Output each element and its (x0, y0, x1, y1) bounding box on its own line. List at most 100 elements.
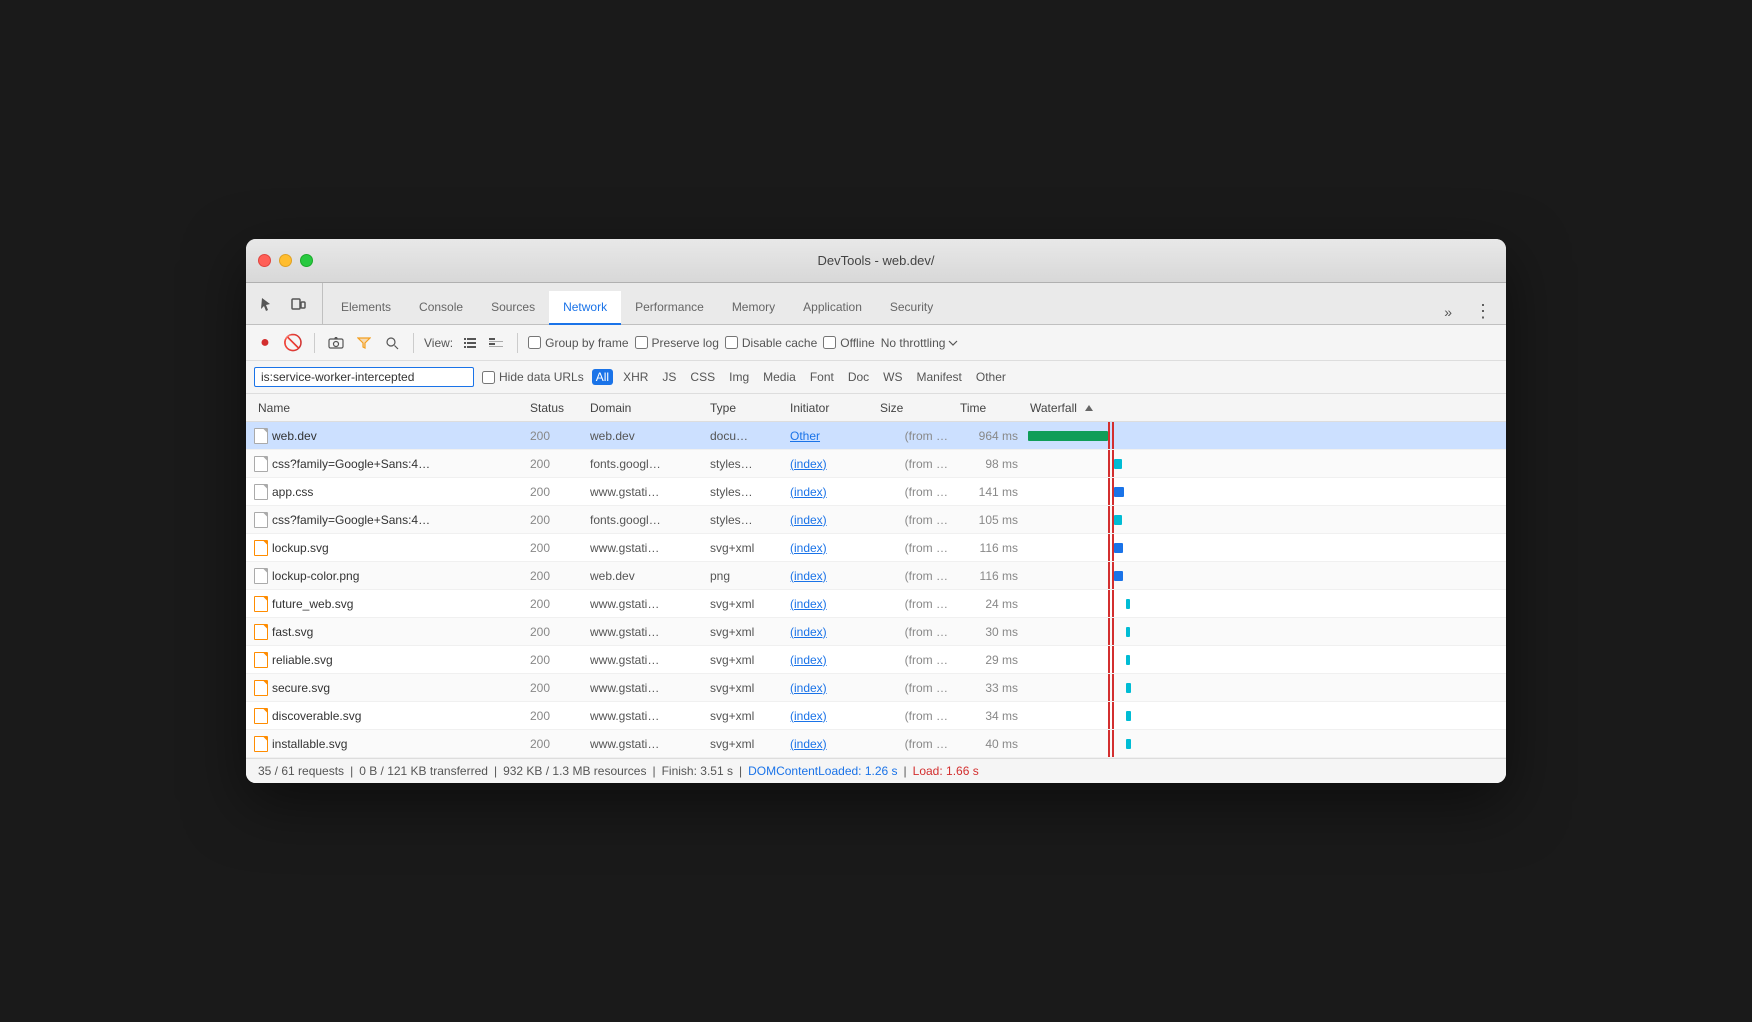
hide-data-urls-checkbox[interactable] (482, 371, 495, 384)
cell-domain: www.gstati… (586, 709, 706, 723)
filter-font[interactable]: Font (806, 369, 838, 385)
tab-performance[interactable]: Performance (621, 291, 718, 325)
cell-status: 200 (526, 597, 586, 611)
close-button[interactable] (258, 254, 271, 267)
cell-size: (from … (876, 429, 956, 443)
waterfall-dcl-line (1108, 478, 1110, 505)
cell-status: 200 (526, 569, 586, 583)
search-button[interactable] (381, 332, 403, 354)
cell-time: 24 ms (956, 597, 1026, 611)
filter-button[interactable] (353, 332, 375, 354)
table-row[interactable]: installable.svg 200 www.gstati… svg+xml … (246, 730, 1506, 758)
file-icon (254, 596, 268, 612)
tab-sources[interactable]: Sources (477, 291, 549, 325)
header-initiator[interactable]: Initiator (790, 401, 880, 415)
waterfall-dcl-line (1108, 674, 1110, 701)
tab-network[interactable]: Network (549, 291, 621, 325)
cell-type: styles… (706, 513, 786, 527)
filter-media[interactable]: Media (759, 369, 800, 385)
network-toolbar: ● 🚫 View: (246, 325, 1506, 361)
filter-js[interactable]: JS (658, 369, 680, 385)
offline-checkbox[interactable] (823, 336, 836, 349)
minimize-button[interactable] (279, 254, 292, 267)
cell-waterfall (1026, 506, 1506, 533)
tab-security[interactable]: Security (876, 291, 947, 325)
group-by-frame-checkbox[interactable] (528, 336, 541, 349)
header-name[interactable]: Name (250, 401, 530, 415)
preserve-log-checkbox[interactable] (635, 336, 648, 349)
cell-domain: fonts.googl… (586, 513, 706, 527)
offline-label[interactable]: Offline (823, 336, 874, 350)
tab-console[interactable]: Console (405, 291, 477, 325)
table-row[interactable]: fast.svg 200 www.gstati… svg+xml (index)… (246, 618, 1506, 646)
device-toggle-icon[interactable] (286, 292, 310, 316)
cell-initiator: (index) (786, 485, 876, 499)
header-domain[interactable]: Domain (590, 401, 710, 415)
table-row[interactable]: discoverable.svg 200 www.gstati… svg+xml… (246, 702, 1506, 730)
cell-size: (from … (876, 653, 956, 667)
header-size[interactable]: Size (880, 401, 960, 415)
header-time[interactable]: Time (960, 401, 1030, 415)
cell-time: 33 ms (956, 681, 1026, 695)
toolbar-separator-1 (314, 333, 315, 353)
waterfall-load-line (1112, 646, 1114, 673)
cell-waterfall (1026, 674, 1506, 701)
status-finish: Finish: 3.51 s (662, 764, 733, 778)
table-row[interactable]: secure.svg 200 www.gstati… svg+xml (inde… (246, 674, 1506, 702)
disable-cache-label[interactable]: Disable cache (725, 336, 817, 350)
file-icon (254, 624, 268, 640)
filter-input[interactable] (254, 367, 474, 387)
filter-css[interactable]: CSS (686, 369, 719, 385)
throttle-dropdown[interactable]: No throttling (881, 336, 959, 350)
table-row[interactable]: reliable.svg 200 www.gstati… svg+xml (in… (246, 646, 1506, 674)
table-row[interactable]: css?family=Google+Sans:4… 200 fonts.goog… (246, 506, 1506, 534)
cursor-icon[interactable] (254, 292, 278, 316)
list-view-button[interactable] (459, 332, 481, 354)
table-row[interactable]: lockup-color.png 200 web.dev png (index)… (246, 562, 1506, 590)
tab-memory[interactable]: Memory (718, 291, 789, 325)
maximize-button[interactable] (300, 254, 313, 267)
filter-img[interactable]: Img (725, 369, 753, 385)
cell-domain: www.gstati… (586, 541, 706, 555)
camera-button[interactable] (325, 332, 347, 354)
cell-domain: fonts.googl… (586, 457, 706, 471)
table-header: Name Status Domain Type Initiator Size T… (246, 394, 1506, 422)
cell-waterfall (1026, 478, 1506, 505)
filter-other[interactable]: Other (972, 369, 1010, 385)
clear-button[interactable]: 🚫 (282, 332, 304, 354)
filter-doc[interactable]: Doc (844, 369, 873, 385)
tab-elements[interactable]: Elements (327, 291, 405, 325)
header-type[interactable]: Type (710, 401, 790, 415)
table-row[interactable]: css?family=Google+Sans:4… 200 fonts.goog… (246, 450, 1506, 478)
detail-view-button[interactable] (485, 332, 507, 354)
table-row[interactable]: web.dev 200 web.dev docu… Other (from … … (246, 422, 1506, 450)
table-row[interactable]: future_web.svg 200 www.gstati… svg+xml (… (246, 590, 1506, 618)
more-tabs-button[interactable]: » (1436, 302, 1460, 322)
preserve-log-label[interactable]: Preserve log (635, 336, 719, 350)
waterfall-bar (1114, 543, 1123, 553)
disable-cache-checkbox[interactable] (725, 336, 738, 349)
cell-time: 29 ms (956, 653, 1026, 667)
filter-ws[interactable]: WS (879, 369, 906, 385)
table-row[interactable]: lockup.svg 200 www.gstati… svg+xml (inde… (246, 534, 1506, 562)
cell-type: svg+xml (706, 709, 786, 723)
cell-domain: web.dev (586, 569, 706, 583)
hide-data-urls-label[interactable]: Hide data URLs (482, 370, 584, 384)
cell-size: (from … (876, 737, 956, 751)
filter-manifest[interactable]: Manifest (913, 369, 966, 385)
devtools-menu-button[interactable]: ⋮ (1468, 299, 1498, 324)
record-button[interactable]: ● (254, 332, 276, 354)
header-waterfall[interactable]: Waterfall (1030, 401, 1502, 415)
waterfall-load-line (1112, 618, 1114, 645)
table-row[interactable]: app.css 200 www.gstati… styles… (index) … (246, 478, 1506, 506)
filter-all[interactable]: All (592, 369, 613, 385)
group-by-frame-label[interactable]: Group by frame (528, 336, 628, 350)
cell-name: web.dev (246, 428, 526, 444)
cell-status: 200 (526, 737, 586, 751)
cell-name: lockup-color.png (246, 568, 526, 584)
header-status[interactable]: Status (530, 401, 590, 415)
cell-time: 116 ms (956, 569, 1026, 583)
filter-xhr[interactable]: XHR (619, 369, 652, 385)
tab-application[interactable]: Application (789, 291, 876, 325)
cell-domain: www.gstati… (586, 681, 706, 695)
